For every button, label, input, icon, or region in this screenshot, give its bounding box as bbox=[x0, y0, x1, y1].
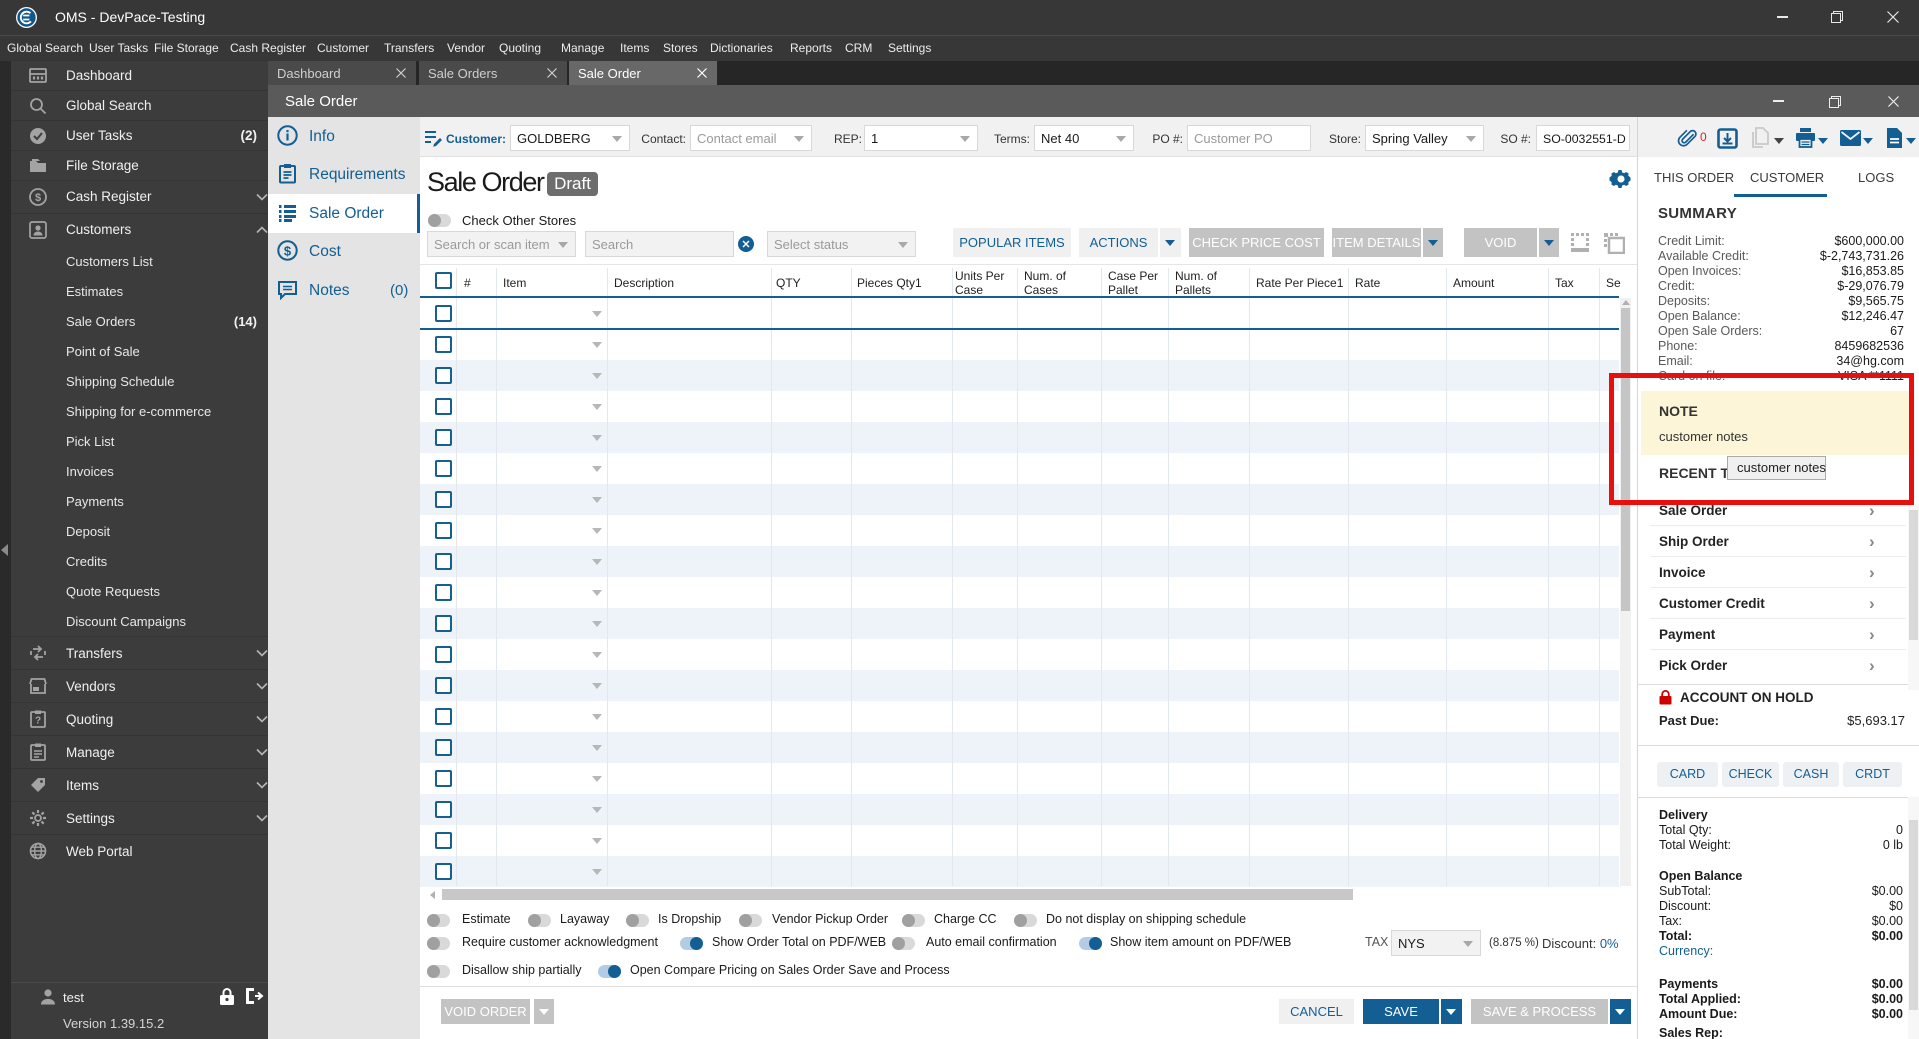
svg-text:?: ? bbox=[35, 716, 41, 727]
svg-text:$: $ bbox=[35, 192, 41, 204]
svg-text:$: $ bbox=[284, 244, 292, 259]
